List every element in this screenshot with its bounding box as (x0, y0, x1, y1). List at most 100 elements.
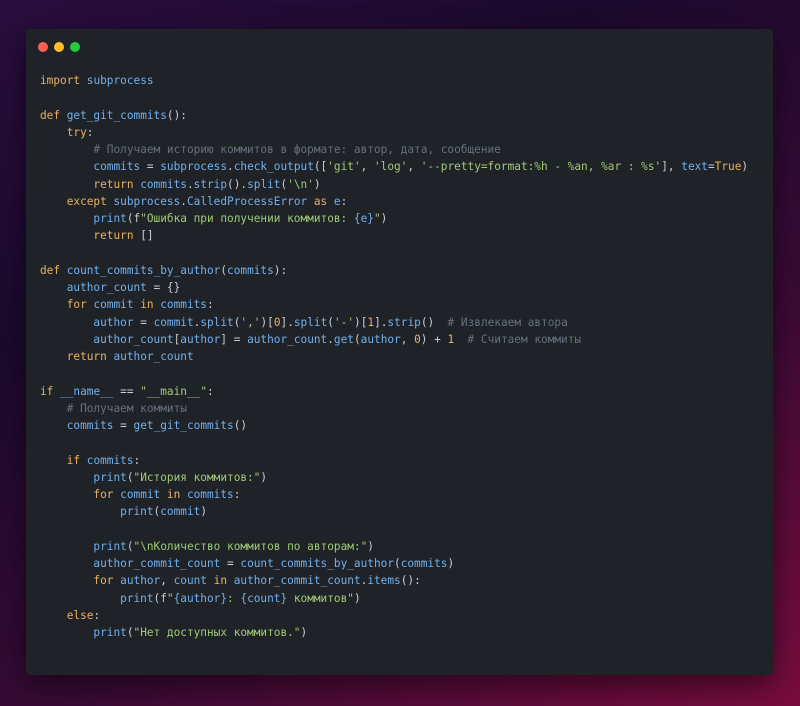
code-token: print (40, 591, 154, 605)
code-token: commits (160, 298, 207, 312)
code-token: {count} (240, 591, 288, 605)
code-token: e (333, 194, 341, 208)
code-token: commits (186, 488, 234, 501)
code-token: print (40, 212, 127, 225)
code-line: if commits: (40, 452, 773, 469)
code-token: for (40, 298, 94, 312)
code-token: : (340, 194, 348, 208)
code-token: subprocess (113, 194, 181, 208)
code-token: commits (400, 557, 448, 570)
code-token: [] (140, 229, 154, 243)
code-token: strip (387, 315, 421, 329)
code-token: ( (126, 470, 134, 484)
code-line: # Получаем коммиты (40, 400, 773, 417)
code-token: )[ (260, 315, 274, 329)
code-token: print (40, 505, 154, 519)
code-line: else: (40, 607, 773, 624)
code-token: : (86, 125, 94, 139)
code-token: : (207, 384, 214, 398)
code-token: commits (227, 263, 274, 277)
code-line: return author_count (40, 348, 773, 365)
code-token: == (113, 384, 141, 398)
code-token: print (40, 539, 127, 553)
code-token: author_count (40, 281, 147, 294)
code-line: for author, count in author_commit_count… (40, 572, 773, 589)
code-token: ) (313, 177, 321, 191)
code-token: , (360, 160, 374, 174)
code-token: return (40, 229, 141, 243)
code-token: , (160, 574, 174, 588)
code-token: count (173, 574, 207, 588)
code-token: "Нет доступных коммитов." (133, 626, 301, 639)
code-token: author_count (113, 350, 194, 363)
code-token: in (160, 488, 187, 501)
code-token: commits (40, 419, 114, 432)
code-token: ( (353, 332, 361, 346)
code-token: for (40, 488, 121, 501)
code-line: def count_commits_by_author(commits): (40, 262, 773, 279)
code-token: author_commit_count (233, 574, 361, 588)
code-token: ([ (313, 160, 328, 174)
code-token: '\n' (287, 177, 314, 191)
code-line: return [] (40, 227, 773, 244)
code-token: commit (153, 315, 194, 329)
code-token: text (681, 160, 708, 174)
code-token: ( (126, 626, 134, 639)
code-block: import subprocess def get_git_commits():… (40, 72, 773, 641)
code-line: print("\nКоличество коммитов по авторам:… (40, 538, 773, 555)
code-token: subprocess (160, 160, 228, 174)
code-token: CalledProcessError (186, 194, 308, 208)
code-line: print(commit) (40, 503, 773, 520)
close-dot-icon[interactable] (38, 42, 48, 52)
code-token: ] = (220, 332, 248, 346)
code-token: author (120, 574, 161, 588)
code-token: 0 (414, 332, 421, 346)
code-token: ( (126, 539, 134, 553)
code-token: in (133, 298, 161, 312)
code-token: '--pretty=format:%h - %an, %ar : %s' (420, 160, 662, 174)
code-token: . (227, 160, 234, 174)
code-token: __name__ (60, 384, 114, 398)
code-token: split (200, 315, 234, 329)
code-token: = (707, 160, 715, 174)
window-controls (38, 42, 80, 52)
code-token: : (227, 591, 241, 605)
code-token: : (133, 453, 141, 467)
code-token: in (207, 574, 234, 588)
code-token: commits (140, 177, 187, 191)
code-token: # Считаем коммиты (467, 332, 582, 346)
code-token: () (420, 315, 448, 329)
maximize-dot-icon[interactable] (70, 42, 80, 52)
code-token: import (40, 74, 87, 87)
code-token: # Извлекаем автора (447, 315, 568, 329)
code-token: commits (40, 160, 141, 174)
code-token: = (140, 160, 161, 174)
code-token: 0 (273, 315, 281, 329)
code-line: print(f"{author}: {count} коммитов") (40, 590, 773, 607)
code-line: try: (40, 124, 773, 141)
code-token: {author} (173, 591, 228, 605)
code-token: "История коммитов:" (133, 470, 261, 484)
code-token: as (307, 194, 334, 208)
minimize-dot-icon[interactable] (54, 42, 64, 52)
code-token: {e} (353, 212, 374, 225)
code-token: " (166, 591, 174, 605)
code-token: # Получаем историю коммитов в формате: а… (40, 143, 501, 156)
code-token: = (133, 315, 154, 329)
code-token: author_count (40, 332, 174, 346)
code-token: . (180, 194, 187, 208)
code-token: items (367, 574, 401, 588)
code-token: strip (193, 177, 228, 191)
code-token: )[ (354, 315, 368, 329)
code-token: (). (227, 177, 248, 191)
code-line: commits = get_git_commits() (40, 417, 773, 434)
code-line: import subprocess (40, 72, 773, 89)
code-token: " (373, 212, 381, 225)
code-token: ) (300, 626, 308, 639)
code-token: ) (741, 160, 749, 174)
